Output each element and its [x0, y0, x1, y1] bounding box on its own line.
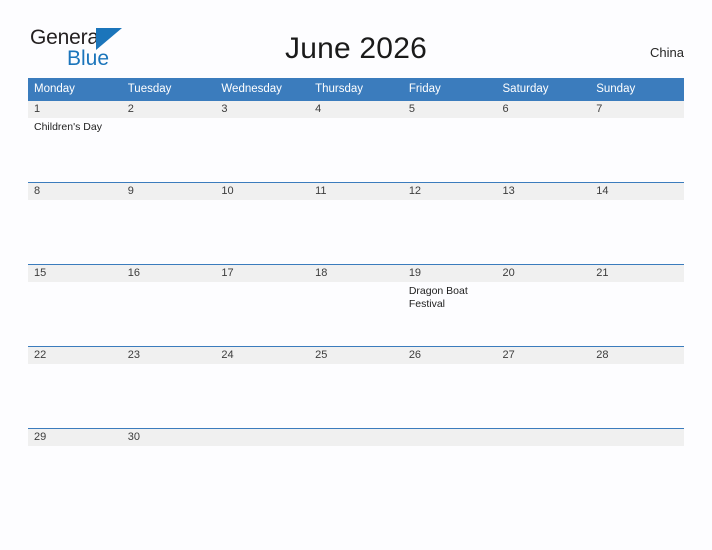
calendar-table: Monday Tuesday Wednesday Thursday Friday Satu… — [28, 78, 684, 495]
day-number: 27 — [496, 347, 591, 364]
weekday-header-row: Monday Tuesday Wednesday Thursday Friday Satu… — [28, 78, 684, 101]
day-number: 15 — [28, 265, 122, 282]
day-number: 29 — [28, 429, 122, 446]
calendar-day-cell[interactable]: 17 — [215, 264, 310, 347]
calendar-day-cell-empty — [309, 428, 403, 495]
day-number: 18 — [309, 265, 403, 282]
calendar-day-cell[interactable]: 11 — [309, 182, 403, 265]
calendar-day-cell[interactable]: 10 — [215, 182, 310, 265]
calendar-day-cell[interactable]: 8 — [28, 182, 122, 265]
day-number — [309, 429, 403, 446]
day-number: 10 — [215, 183, 310, 200]
calendar-day-cell[interactable]: 18 — [309, 264, 403, 347]
day-number: 11 — [309, 183, 403, 200]
calendar-day-cell-empty — [215, 428, 310, 495]
day-number: 23 — [121, 347, 216, 364]
calendar-day-cell[interactable]: 13 — [496, 182, 591, 265]
calendar-day-cell[interactable]: 3 — [215, 100, 310, 183]
weekday-header-sunday: Sunday — [590, 78, 684, 101]
calendar-week-row: 8 9 10 11 12 13 14 — [28, 182, 684, 265]
calendar-week-row: 22 23 24 25 26 27 28 — [28, 346, 684, 429]
calendar-day-cell[interactable]: 15 — [28, 264, 122, 347]
day-number — [402, 429, 497, 446]
calendar-container: Monday Tuesday Wednesday Thursday Friday Satu… — [28, 78, 684, 495]
day-number: 6 — [496, 101, 591, 118]
region-label: China — [650, 45, 684, 60]
day-number: 8 — [28, 183, 122, 200]
calendar-day-cell-empty — [496, 428, 591, 495]
calendar-day-cell[interactable]: 7 — [590, 100, 684, 183]
day-number: 3 — [215, 101, 310, 118]
weekday-header-thursday: Thursday — [309, 78, 403, 101]
calendar-day-cell[interactable]: 27 — [496, 346, 591, 429]
calendar-body: 1 Children's Day 2 3 4 5 6 7 8 9 10 11 12 13 14 15 16 17 1… — [28, 100, 684, 495]
weekday-header-monday: Monday — [28, 78, 122, 101]
weekday-header-tuesday: Tuesday — [121, 78, 216, 101]
day-number: 28 — [590, 347, 684, 364]
calendar-day-cell-empty — [590, 428, 684, 495]
calendar-day-cell[interactable]: 4 — [309, 100, 403, 183]
calendar-day-cell[interactable]: 22 — [28, 346, 122, 429]
calendar-day-cell[interactable]: 6 — [496, 100, 591, 183]
calendar-day-cell[interactable]: 1 Children's Day — [28, 100, 122, 183]
day-number — [590, 429, 684, 446]
calendar-week-row: 1 Children's Day 2 3 4 5 6 7 — [28, 100, 684, 183]
calendar-day-cell[interactable]: 28 — [590, 346, 684, 429]
calendar-day-cell[interactable]: 23 — [121, 346, 216, 429]
day-number: 9 — [121, 183, 216, 200]
calendar-day-cell[interactable]: 19 Dragon Boat Festival — [402, 264, 497, 347]
day-number: 30 — [121, 429, 216, 446]
calendar-day-cell[interactable]: 20 — [496, 264, 591, 347]
calendar-day-cell[interactable]: 9 — [121, 182, 216, 265]
day-number: 1 — [28, 101, 122, 118]
calendar-day-cell[interactable]: 5 — [402, 100, 497, 183]
calendar-head: Monday Tuesday Wednesday Thursday Friday Satu… — [28, 78, 684, 101]
calendar-day-cell[interactable]: 30 — [121, 428, 216, 495]
calendar-day-cell[interactable]: 29 — [28, 428, 122, 495]
calendar-day-cell[interactable]: 24 — [215, 346, 310, 429]
calendar-week-row: 15 16 17 18 19 Dragon Boat Festival 20 21 — [28, 264, 684, 347]
day-number: 2 — [121, 101, 216, 118]
calendar-week-row: 29 30 — [28, 428, 684, 495]
calendar-day-cell[interactable]: 12 — [402, 182, 497, 265]
page-title: June 2026 — [285, 32, 427, 65]
page-header: General Blue June 2026 China — [0, 0, 712, 69]
calendar-day-cell[interactable]: 14 — [590, 182, 684, 265]
day-number: 16 — [121, 265, 216, 282]
day-number: 13 — [496, 183, 591, 200]
weekday-header-wednesday: Wednesday — [215, 78, 310, 101]
day-number: 17 — [215, 265, 310, 282]
calendar-day-cell[interactable]: 2 — [121, 100, 216, 183]
weekday-header-friday: Friday — [402, 78, 497, 101]
calendar-day-cell[interactable]: 25 — [309, 346, 403, 429]
day-number: 4 — [309, 101, 403, 118]
day-number: 12 — [402, 183, 497, 200]
day-events: Dragon Boat Festival — [403, 282, 497, 311]
holiday-event: Children's Day — [34, 121, 102, 133]
calendar-day-cell[interactable]: 16 — [121, 264, 216, 347]
day-number: 26 — [402, 347, 497, 364]
holiday-event: Dragon Boat Festival — [408, 285, 468, 310]
day-number — [215, 429, 310, 446]
day-number: 19 — [402, 265, 497, 282]
calendar-day-cell[interactable]: 21 — [590, 264, 684, 347]
day-number: 22 — [28, 347, 122, 364]
day-number: 5 — [402, 101, 497, 118]
calendar-day-cell[interactable]: 26 — [402, 346, 497, 429]
calendar-day-cell-empty — [402, 428, 497, 495]
day-number — [496, 429, 591, 446]
weekday-header-saturday: Saturday — [496, 78, 591, 101]
day-number: 7 — [590, 101, 684, 118]
day-number: 21 — [590, 265, 684, 282]
day-number: 20 — [496, 265, 591, 282]
day-events: Children's Day — [28, 118, 122, 134]
day-number: 25 — [309, 347, 403, 364]
day-number: 24 — [215, 347, 310, 364]
day-number: 14 — [590, 183, 684, 200]
